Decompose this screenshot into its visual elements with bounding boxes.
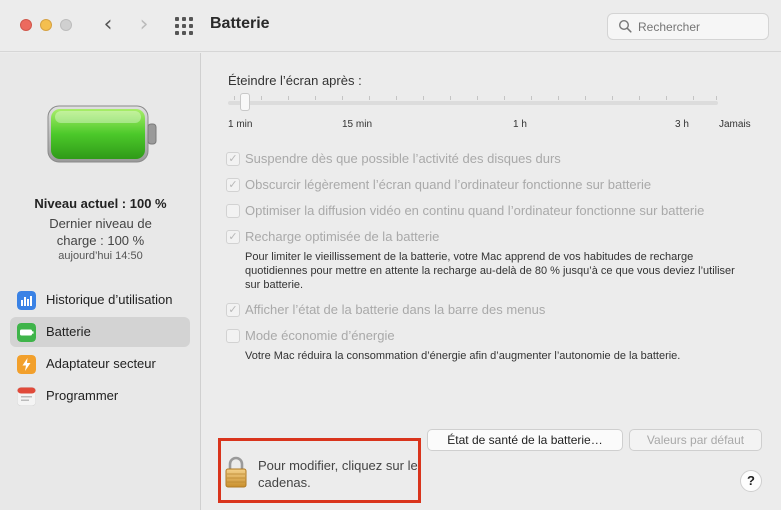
sidebar-item-usage-history[interactable]: Historique d’utilisation bbox=[10, 285, 190, 315]
sidebar-item-label: Adaptateur secteur bbox=[46, 356, 156, 371]
option-label: Optimiser la diffusion vidéo en continu … bbox=[245, 203, 705, 218]
checkbox[interactable] bbox=[226, 204, 240, 218]
option-label: Obscurcir légèrement l’écran quand l’ord… bbox=[245, 177, 652, 192]
low-power-mode-description: Votre Mac réduira la consommation d’éner… bbox=[245, 350, 681, 362]
sidebar: Niveau actuel : 100 % Dernier niveau de … bbox=[0, 53, 201, 510]
title-bar: ‹ › Batterie bbox=[0, 0, 781, 52]
checkbox[interactable]: ✓ bbox=[226, 178, 240, 192]
option-label: Suspendre dès que possible l’activité de… bbox=[245, 151, 561, 166]
sidebar-item-label: Historique d’utilisation bbox=[46, 292, 173, 307]
option-label: Mode économie d’énergie bbox=[245, 328, 395, 343]
battery-icon bbox=[17, 323, 36, 342]
close-window-button[interactable] bbox=[20, 19, 32, 31]
battery-level-icon bbox=[47, 105, 157, 163]
sidebar-item-power-adapter[interactable]: Adaptateur secteur bbox=[10, 349, 190, 379]
last-charge-time: aujourd’hui 14:50 bbox=[58, 250, 143, 262]
optimized-charging-description: Pour limiter le vieillissement de la bat… bbox=[245, 251, 735, 291]
back-button[interactable]: ‹ bbox=[98, 12, 118, 38]
zoom-window-button[interactable] bbox=[60, 19, 72, 31]
slider-label-3h: 3 h bbox=[675, 119, 689, 130]
forward-button[interactable]: › bbox=[134, 12, 154, 38]
current-level: Niveau actuel : 100 % bbox=[34, 196, 167, 211]
sidebar-item-schedule[interactable]: Programmer bbox=[10, 381, 190, 411]
power-adapter-icon bbox=[17, 355, 36, 374]
slider-label-15min: 15 min bbox=[342, 119, 373, 130]
checkbox[interactable] bbox=[226, 329, 240, 343]
display-sleep-slider-thumb[interactable] bbox=[240, 93, 250, 111]
last-charge-level: Dernier niveau de charge : 100 % bbox=[49, 216, 152, 248]
slider-label-1min: 1 min bbox=[228, 119, 253, 130]
lock-icon[interactable] bbox=[225, 455, 247, 488]
search-icon bbox=[618, 19, 632, 33]
sidebar-item-label: Programmer bbox=[46, 388, 119, 403]
minimize-window-button[interactable] bbox=[40, 19, 52, 31]
option-label: Afficher l’état de la batterie dans la b… bbox=[245, 302, 546, 317]
show-all-grid-icon[interactable] bbox=[175, 17, 195, 35]
display-sleep-label: Éteindre l’écran après : bbox=[228, 73, 362, 88]
checkbox[interactable]: ✓ bbox=[226, 303, 240, 317]
slider-label-never: Jamais bbox=[719, 119, 751, 130]
lock-highlight-box[interactable]: Pour modifier, cliquez sur le cadenas. bbox=[218, 438, 421, 503]
usage-history-icon bbox=[17, 291, 36, 310]
option-label: Recharge optimisée de la batterie bbox=[245, 229, 440, 244]
battery-settings-pane: Éteindre l’écran après : 1 min 15 min 1 … bbox=[202, 53, 781, 510]
slider-label-1h: 1 h bbox=[513, 119, 527, 130]
checkbox[interactable]: ✓ bbox=[226, 230, 240, 244]
display-sleep-slider[interactable] bbox=[228, 101, 718, 105]
lock-message: Pour modifier, cliquez sur le cadenas. bbox=[258, 458, 418, 490]
sidebar-item-label: Batterie bbox=[46, 324, 91, 339]
restore-defaults-button[interactable]: Valeurs par défaut bbox=[629, 429, 762, 451]
search-input[interactable] bbox=[638, 17, 763, 36]
calendar-icon bbox=[17, 387, 36, 406]
help-button[interactable]: ? bbox=[740, 470, 762, 492]
search-field[interactable] bbox=[607, 13, 769, 40]
window-title: Batterie bbox=[210, 15, 270, 32]
sidebar-item-battery[interactable]: Batterie bbox=[10, 317, 190, 347]
battery-health-button[interactable]: État de santé de la batterie… bbox=[427, 429, 623, 451]
checkbox[interactable]: ✓ bbox=[226, 152, 240, 166]
